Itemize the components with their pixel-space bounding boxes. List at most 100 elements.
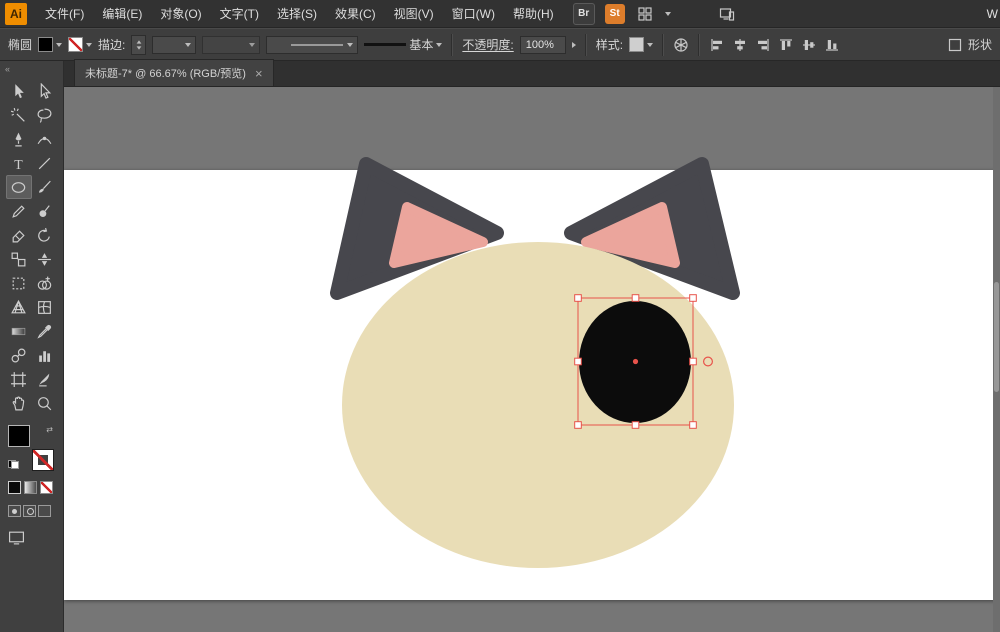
chevron-down-icon[interactable] <box>647 43 653 47</box>
default-fill-stroke-button[interactable] <box>8 460 19 469</box>
align-vertical-middle-button[interactable] <box>801 37 817 53</box>
fill-proxy-swatch[interactable] <box>8 425 30 447</box>
menu-select[interactable]: 选择(S) <box>268 0 326 28</box>
graphic-style-control[interactable] <box>629 37 653 52</box>
blob-brush-tool[interactable] <box>32 199 58 223</box>
menu-edit[interactable]: 编辑(E) <box>93 0 151 28</box>
stroke-color-swatch[interactable] <box>68 37 83 52</box>
selection-handle-bottom-left[interactable] <box>575 422 582 429</box>
magic-wand-tool[interactable] <box>6 103 32 127</box>
type-tool[interactable]: T <box>6 151 32 175</box>
stroke-color-control[interactable] <box>68 37 92 52</box>
menu-effect[interactable]: 效果(C) <box>326 0 385 28</box>
selection-handle-bottom-center[interactable] <box>632 422 639 429</box>
selection-center-point[interactable] <box>633 359 638 364</box>
selection-handle-middle-left[interactable] <box>575 358 582 365</box>
selection-handle-top-left[interactable] <box>575 295 582 302</box>
slice-tool[interactable] <box>32 367 58 391</box>
document-tab[interactable]: 未标题-7* @ 66.67% (RGB/预览) × <box>74 59 274 86</box>
hand-tool[interactable] <box>6 391 32 415</box>
brush-definition-combo[interactable] <box>202 36 260 54</box>
menu-object[interactable]: 对象(O) <box>151 0 210 28</box>
chevron-down-icon[interactable] <box>665 12 671 16</box>
menu-type[interactable]: 文字(T) <box>211 0 268 28</box>
menu-view[interactable]: 视图(V) <box>385 0 443 28</box>
selection-handle-top-center[interactable] <box>632 295 639 302</box>
none-button[interactable] <box>40 481 53 494</box>
opacity-input[interactable]: 100% <box>520 36 566 54</box>
draw-normal-button[interactable] <box>8 505 21 517</box>
align-horizontal-center-button[interactable] <box>732 37 748 53</box>
pen-tool[interactable] <box>6 127 32 151</box>
fill-color-swatch[interactable] <box>38 37 53 52</box>
perspective-grid-tool[interactable] <box>6 295 32 319</box>
selection-handle-middle-right[interactable] <box>690 358 697 365</box>
fill-color-control[interactable] <box>38 37 62 52</box>
cat-head[interactable] <box>342 242 734 568</box>
stroke-proxy-swatch[interactable] <box>32 449 54 471</box>
graphic-style-swatch[interactable] <box>629 37 644 52</box>
stroke-style-control[interactable]: 基本 <box>364 36 442 53</box>
width-tool[interactable] <box>32 247 58 271</box>
chevron-down-icon[interactable] <box>436 43 442 47</box>
paintbrush-tool[interactable] <box>32 175 58 199</box>
curvature-tool[interactable] <box>32 127 58 151</box>
recolor-artwork-button[interactable] <box>673 37 689 53</box>
color-button[interactable] <box>8 481 21 494</box>
separator <box>585 34 587 56</box>
collapse-panel-button[interactable]: « <box>0 61 63 79</box>
pencil-tool[interactable] <box>6 199 32 223</box>
gradient-button[interactable] <box>24 481 37 494</box>
menu-help[interactable]: 帮助(H) <box>504 0 563 28</box>
stroke-style-value[interactable]: 基本 <box>409 36 433 53</box>
align-vertical-top-button[interactable] <box>778 37 794 53</box>
eraser-tool[interactable] <box>6 223 32 247</box>
opacity-panel-arrow-icon[interactable] <box>572 42 576 48</box>
stroke-weight-combo[interactable] <box>152 36 196 54</box>
shape-builder-tool[interactable] <box>32 271 58 295</box>
align-vertical-bottom-button[interactable] <box>824 37 840 53</box>
menu-file[interactable]: 文件(F) <box>36 0 93 28</box>
step-up-icon[interactable] <box>136 40 141 43</box>
rotate-tool[interactable] <box>32 223 58 247</box>
blend-tool[interactable] <box>6 343 32 367</box>
artboard-tool[interactable] <box>6 367 32 391</box>
selection-handle-top-right[interactable] <box>690 295 697 302</box>
chevron-down-icon[interactable] <box>56 43 62 47</box>
mesh-tool[interactable] <box>32 295 58 319</box>
screen-mode-button[interactable] <box>8 529 63 546</box>
selection-handle-bottom-right[interactable] <box>690 422 697 429</box>
line-segment-tool[interactable] <box>32 151 58 175</box>
direct-selection-tool[interactable] <box>32 79 58 103</box>
scrollbar-thumb[interactable] <box>994 282 999 392</box>
draw-inside-button[interactable] <box>38 505 51 517</box>
column-graph-tool[interactable] <box>32 343 58 367</box>
step-down-icon[interactable] <box>136 46 141 49</box>
stroke-weight-stepper[interactable] <box>131 35 146 55</box>
bridge-button[interactable]: Br <box>573 3 595 25</box>
menu-window[interactable]: 窗口(W) <box>443 0 504 28</box>
ellipse-tool[interactable] <box>6 175 32 199</box>
free-transform-tool[interactable] <box>6 271 32 295</box>
zoom-tool[interactable] <box>32 391 58 415</box>
device-preview-icon[interactable] <box>719 6 735 22</box>
canvas-area[interactable] <box>64 87 1000 632</box>
eyedropper-tool[interactable] <box>32 319 58 343</box>
close-icon[interactable]: × <box>255 67 263 80</box>
align-horizontal-right-button[interactable] <box>755 37 771 53</box>
chevron-down-icon[interactable] <box>86 43 92 47</box>
workspace-switcher[interactable]: W <box>987 7 998 21</box>
draw-behind-button[interactable] <box>23 505 36 517</box>
lasso-tool[interactable] <box>32 103 58 127</box>
swap-fill-stroke-icon[interactable]: ⇄ <box>46 426 53 434</box>
align-horizontal-left-button[interactable] <box>709 37 725 53</box>
shape-panel-label[interactable]: 形状 <box>947 36 992 53</box>
stock-button[interactable]: St <box>605 4 625 24</box>
selection-tool[interactable] <box>6 79 32 103</box>
width-profile-combo[interactable] <box>266 36 358 54</box>
gradient-tool[interactable] <box>6 319 32 343</box>
scale-tool[interactable] <box>6 247 32 271</box>
opacity-label[interactable]: 不透明度: <box>462 36 513 53</box>
vertical-scrollbar[interactable] <box>993 87 1000 632</box>
arrange-documents-icon[interactable] <box>637 6 653 22</box>
